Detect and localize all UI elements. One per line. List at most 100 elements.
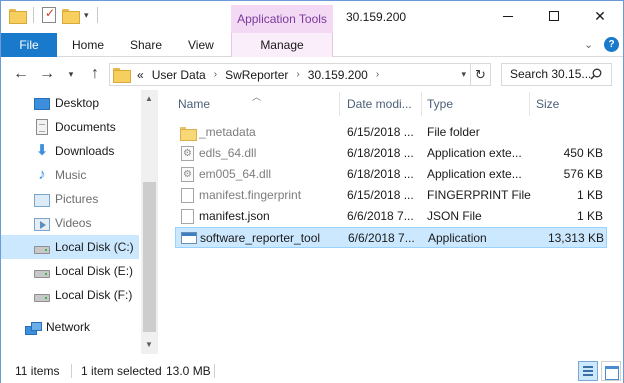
tab-file[interactable]: File [1,33,57,57]
properties-icon[interactable] [42,6,56,23]
sidebar-item-label: Videos [55,216,92,230]
sidebar-scrollbar[interactable]: ▲ ▼ [141,90,158,354]
help-icon[interactable]: ? [604,37,619,52]
file-row[interactable]: _metadata 6/15/2018 ... File folder [175,122,607,143]
file-row[interactable]: edls_64.dll 6/18/2018 ... Application ex… [175,143,607,164]
file-icon [181,209,194,224]
sidebar-item-label: Network [46,320,91,334]
tab-manage[interactable]: Manage [231,33,333,57]
desktop-icon [34,98,50,110]
breadcrumb-current-folder[interactable]: 30.159.200 [308,68,368,82]
tab-home[interactable]: Home [72,33,104,57]
minimize-button[interactable] [485,1,531,31]
breadcrumb-user-data[interactable]: User Data [152,68,206,82]
sidebar-item-videos[interactable]: Videos [1,211,139,235]
large-icons-view-button[interactable] [601,361,621,381]
sidebar-item-local-disk-e[interactable]: Local Disk (E:) [1,259,139,283]
explorer-window: ▾ Application Tools 30.159.200 ✕ File Ho… [0,0,624,383]
column-divider[interactable] [421,92,422,116]
forward-button[interactable]: → [37,64,57,84]
breadcrumb-separator-icon[interactable]: › [376,69,379,80]
column-header-name[interactable]: Name [178,92,210,116]
file-type: Application exte... [427,146,522,160]
downloads-icon: ⬇ [35,142,49,159]
file-name: _metadata [199,125,256,139]
sidebar-item-local-disk-c[interactable]: Local Disk (C:) [1,235,139,259]
file-name: manifest.fingerprint [199,188,302,202]
item-count: 11 items [15,364,60,378]
expand-ribbon-icon[interactable]: ⌄ [584,38,593,51]
new-folder-icon[interactable] [62,8,80,24]
breadcrumb-separator-icon[interactable]: › [214,69,217,80]
file-row[interactable]: em005_64.dll 6/18/2018 ... Application e… [175,164,607,185]
file-date: 6/15/2018 ... [347,125,414,139]
folder-icon [180,127,197,141]
file-row[interactable]: manifest.json 6/6/2018 7... JSON File 1 … [175,206,607,227]
up-button[interactable]: ↑ [85,64,105,84]
sidebar-item-music[interactable]: ♪ Music [1,163,139,187]
dll-icon [181,146,194,161]
search-icon[interactable] [590,68,602,80]
close-button[interactable]: ✕ [577,1,623,31]
file-type: File folder [427,125,480,139]
status-divider [214,364,215,378]
forward-arrow-icon: → [39,65,55,82]
file-name: software_reporter_tool [200,231,321,245]
sidebar-item-desktop[interactable]: Desktop [1,91,139,115]
refresh-button[interactable]: ↻ [471,63,491,86]
column-header-date[interactable]: Date modi... [347,92,412,116]
column-header-size[interactable]: Size [536,92,559,116]
close-icon: ✕ [594,7,606,24]
scrollbar-thumb[interactable] [143,182,156,332]
column-divider[interactable] [339,92,340,116]
sidebar-item-local-disk-f[interactable]: Local Disk (F:) [1,283,139,307]
selection-count: 1 item selected [81,364,162,378]
application-icon [181,232,197,244]
file-row[interactable]: manifest.fingerprint 6/15/2018 ... FINGE… [175,185,607,206]
sidebar-item-network[interactable]: Network [1,315,139,339]
pictures-icon [34,193,50,207]
file-size: 13,313 KB [547,231,604,245]
file-name: edls_64.dll [199,146,257,160]
sidebar-item-label: Desktop [55,96,100,110]
customize-toolbar-icon[interactable]: ▾ [84,10,89,20]
scroll-up-icon[interactable]: ▲ [145,94,153,103]
breadcrumb-separator-icon[interactable]: › [296,69,299,80]
scroll-down-icon[interactable]: ▼ [145,340,153,349]
status-divider [71,364,72,378]
sidebar-item-documents[interactable]: Documents [1,115,139,139]
file-type: FINGERPRINT File [427,188,531,202]
details-view-button[interactable] [578,361,598,381]
navigation-pane: Desktop Documents ⬇ Downloads ♪ Music Pi… [1,90,159,354]
maximize-button[interactable] [531,1,577,31]
breadcrumb-swreporter[interactable]: SwReporter [225,68,288,82]
back-arrow-icon: ← [13,65,29,82]
sidebar-item-downloads[interactable]: ⬇ Downloads [1,139,139,163]
sidebar-item-label: Pictures [55,192,99,206]
column-divider[interactable] [529,92,530,116]
refresh-icon: ↻ [475,66,486,82]
file-list: ︿ Name Date modi... Type Size _metadata … [161,90,623,354]
recent-locations-button[interactable]: ▾ [61,64,81,84]
file-date: 6/18/2018 ... [347,167,414,181]
column-header-type[interactable]: Type [427,92,453,116]
network-icon [25,322,42,335]
back-button[interactable]: ← [11,64,31,84]
documents-icon [36,119,48,135]
file-name: em005_64.dll [199,167,272,181]
tab-view[interactable]: View [188,33,214,57]
tab-share[interactable]: Share [130,33,162,57]
sidebar-item-label: Music [55,168,87,182]
file-size: 450 KB [563,146,603,160]
breadcrumb-overflow[interactable]: « [137,68,144,82]
folder-icon [113,68,131,83]
file-type: Application exte... [427,167,522,181]
address-bar[interactable]: « User Data › SwReporter › 30.159.200 › … [109,63,471,86]
selection-size: 13.0 MB [166,364,211,378]
address-dropdown-icon[interactable]: ▾ [461,69,466,80]
file-row-selected[interactable]: software_reporter_tool 6/6/2018 7... App… [175,227,607,248]
disk-icon [34,269,50,278]
sidebar-item-pictures[interactable]: Pictures [1,187,139,211]
sidebar-item-label: Local Disk (E:) [55,264,134,278]
navigation-bar: ← → ▾ ↑ « User Data › SwReporter › 30.15… [1,58,623,90]
